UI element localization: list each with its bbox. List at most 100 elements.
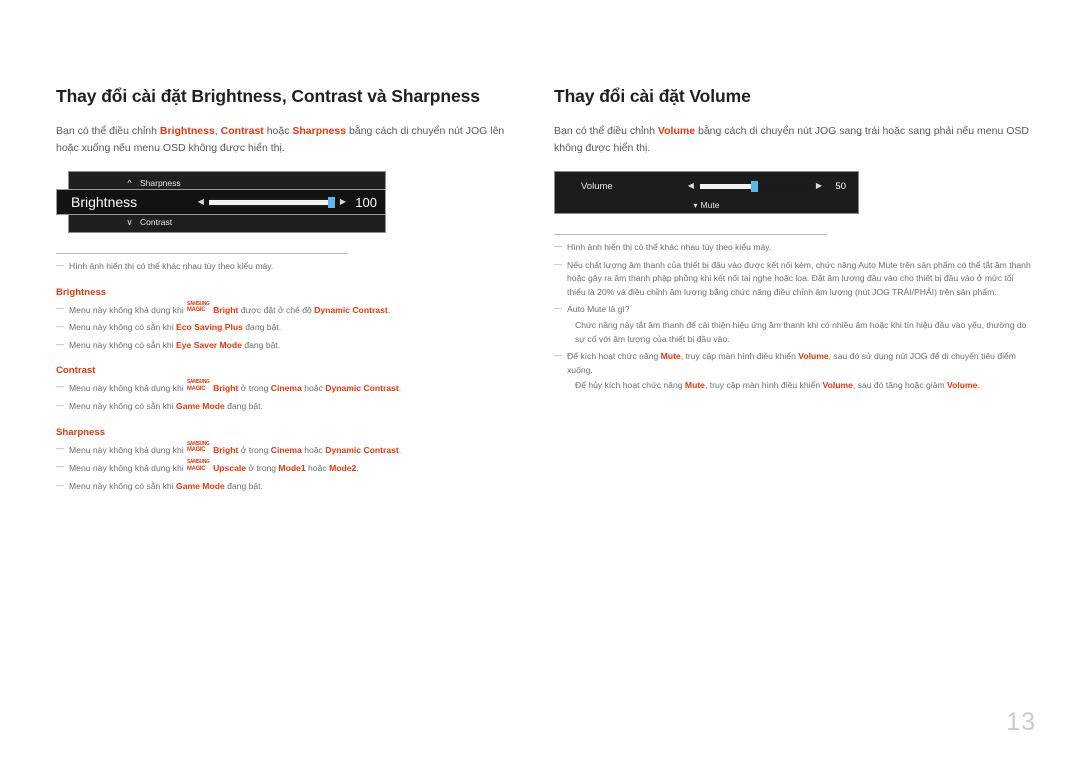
arrow-right-icon[interactable]: ▶ — [816, 182, 822, 190]
left-column: Thay đổi cài đặt Brightness, Contrast và… — [56, 86, 528, 493]
document-page: Thay đổi cài đặt Brightness, Contrast và… — [0, 0, 1080, 763]
note-model-variation-right: Hình ảnh hiển thị có thể khác nhau tùy t… — [554, 240, 1034, 255]
osd-row-brightness-label: Brightness — [71, 194, 138, 210]
osd-brightness-widget-wrap: ^ Sharpness Brightness ◀ ▶ 100 ∨ Contras… — [56, 171, 528, 233]
note-item: Menu này không có sẵn khi Eye Saver Mode… — [56, 338, 528, 353]
note-text: , truy cập màn hình điều khiển — [680, 351, 799, 362]
keyword-mute: Mute — [684, 380, 705, 391]
note-activate-mute: Để kích hoạt chức năng Mute, truy cập mà… — [554, 349, 1034, 377]
keyword-volume: Volume — [947, 380, 978, 391]
arrow-right-icon[interactable]: ▶ — [340, 198, 346, 206]
brightness-slider-handle[interactable] — [327, 196, 335, 208]
intro-text: Bạn có thể điều chỉnh — [56, 125, 160, 137]
note-deactivate-mute: Để hủy kích hoạt chức năng Mute, truy cậ… — [554, 379, 1034, 393]
arrow-left-icon[interactable]: ◀ — [198, 198, 204, 206]
subheading-contrast: Contrast — [56, 365, 96, 377]
chevron-up-icon: ^ — [127, 177, 132, 188]
osd-row-mute-label: Mute — [700, 200, 720, 210]
note-text: hoặc — [301, 383, 326, 394]
brightness-slider-group[interactable]: ◀ ▶ 100 — [198, 195, 377, 210]
subheading-sharpness: Sharpness — [56, 426, 106, 438]
volume-slider-group[interactable]: ◀ ▶ 50 — [688, 180, 846, 192]
volume-slider-handle[interactable] — [751, 180, 759, 192]
keyword-magicbright: Bright — [213, 304, 239, 315]
osd-volume-widget: Volume ◀ ▶ 50 ▾ Mute — [554, 171, 859, 214]
keyword-brightness: Brightness — [159, 125, 215, 137]
note-item: Menu này không khả dụng khi SAMSUNGMAGIC… — [56, 380, 528, 396]
samsung-magic-logo: SAMSUNG MAGIC — [187, 441, 213, 454]
note-text: hoặc — [301, 444, 326, 455]
note-item: Menu này không có sẵn khi Game Mode đang… — [56, 479, 528, 494]
note-text: Để hủy kích hoạt chức năng — [575, 380, 685, 391]
keyword-contrast: Contrast — [220, 125, 264, 137]
note-item: Menu này không khả dụng khi SAMSUNGMAGIC… — [56, 301, 528, 318]
intro-paragraph-volume: Bạn có thể điều chỉnh Volume bằng cách d… — [554, 123, 1034, 157]
note-text: . — [977, 380, 980, 391]
volume-value: 50 — [835, 180, 846, 192]
keyword-volume: Volume — [798, 351, 829, 362]
note-text: Menu này không khả dụng khi — [69, 444, 187, 455]
intro-text: hoặc — [263, 125, 293, 137]
keyword-magicbright: Bright — [213, 444, 239, 455]
note-text: hoặc — [305, 463, 330, 474]
keyword-mode1: Mode1 — [278, 463, 306, 474]
chevron-down-icon: ▾ — [693, 201, 698, 210]
intro-paragraph-brightness: Bạn có thể điều chỉnh Brightness, Contra… — [56, 123, 528, 157]
note-text: , truy cập màn hình điều khiển — [704, 380, 823, 391]
osd-brightness-widget: ^ Sharpness Brightness ◀ ▶ 100 ∨ Contras… — [56, 171, 386, 233]
divider-left — [56, 253, 348, 254]
samsung-magic-logo: SAMSUNG MAGIC — [187, 380, 213, 392]
note-item: Menu này không có sẵn khi Game Mode đang… — [56, 399, 528, 414]
note-text: . — [398, 444, 402, 455]
osd-row-contrast[interactable]: ∨ Contrast — [68, 212, 386, 232]
note-item: Menu này không khả dụng khi SAMSUNGMAGIC… — [56, 441, 528, 458]
magic-logo-line2: MAGIC — [187, 464, 206, 472]
page-number: 13 — [1006, 708, 1036, 736]
volume-slider-track[interactable] — [699, 180, 810, 192]
note-text: Menu này không có sẵn khi — [69, 339, 177, 350]
volume-slider-fill — [699, 183, 752, 189]
note-text: ở trong — [238, 383, 271, 394]
note-auto-mute-warning: Nếu chất lượng âm thanh của thiết bị đầu… — [554, 258, 1034, 300]
note-text: đang bật. — [224, 400, 263, 411]
arrow-left-icon[interactable]: ◀ — [688, 182, 694, 190]
note-text: ở trong — [246, 463, 279, 474]
samsung-magic-logo: SAMSUNG MAGIC — [187, 459, 213, 472]
note-item: Menu này không có sẵn khi Eco Saving Plu… — [56, 320, 528, 335]
page-title-brightness: Thay đổi cài đặt Brightness, Contrast và… — [56, 86, 480, 106]
keyword-eco-saving-plus: Eco Saving Plus — [176, 322, 243, 333]
note-text: Menu này không có sẵn khi — [69, 400, 177, 411]
note-what-is-auto-mute-body: Chức năng này tắt âm thanh để cải thiện … — [575, 319, 1027, 344]
keyword-magicbright: Bright — [213, 383, 239, 394]
note-text: Menu này không khả dụng khi — [69, 463, 187, 474]
brightness-value: 100 — [355, 194, 377, 210]
osd-row-mute[interactable]: ▾ Mute — [555, 200, 858, 210]
keyword-dynamic-contrast: Dynamic Contrast — [314, 304, 388, 315]
divider-right — [554, 234, 827, 235]
note-text: . — [387, 304, 391, 315]
note-text: đang bật. — [241, 339, 281, 350]
note-text: Menu này không khả dụng khi — [69, 383, 187, 394]
note-text: Menu này không có sẵn khi — [69, 322, 177, 333]
osd-row-volume[interactable]: Volume ◀ ▶ 50 — [555, 176, 858, 196]
keyword-mute: Mute — [660, 351, 681, 362]
keyword-game-mode: Game Mode — [176, 400, 225, 411]
note-text: được đặt ở chế độ — [238, 304, 315, 315]
note-text: Menu này không khả dụng khi — [69, 304, 187, 315]
note-text: , sau đó tăng hoặc giảm — [852, 380, 948, 391]
note-text: . — [398, 383, 402, 394]
intro-text: Bạn có thể điều chỉnh — [554, 125, 658, 137]
brightness-slider-track[interactable] — [208, 196, 335, 208]
keyword-dynamic-contrast: Dynamic Contrast — [325, 383, 399, 394]
keyword-cinema: Cinema — [270, 444, 302, 455]
keyword-volume: Volume — [657, 125, 696, 137]
keyword-sharpness: Sharpness — [292, 125, 347, 137]
note-text: đang bật. — [224, 480, 263, 491]
note-text: Menu này không có sẵn khi — [69, 480, 177, 491]
subheading-brightness: Brightness — [56, 286, 107, 298]
note-model-variation-left: Hình ảnh hiển thị có thể khác nhau tùy t… — [56, 259, 528, 274]
note-item: Menu này không khả dụng khi SAMSUNGMAGIC… — [56, 459, 528, 476]
page-title-volume: Thay đổi cài đặt Volume — [554, 86, 751, 106]
keyword-cinema: Cinema — [270, 383, 302, 394]
note-text: Để kích hoạt chức năng — [567, 351, 661, 362]
